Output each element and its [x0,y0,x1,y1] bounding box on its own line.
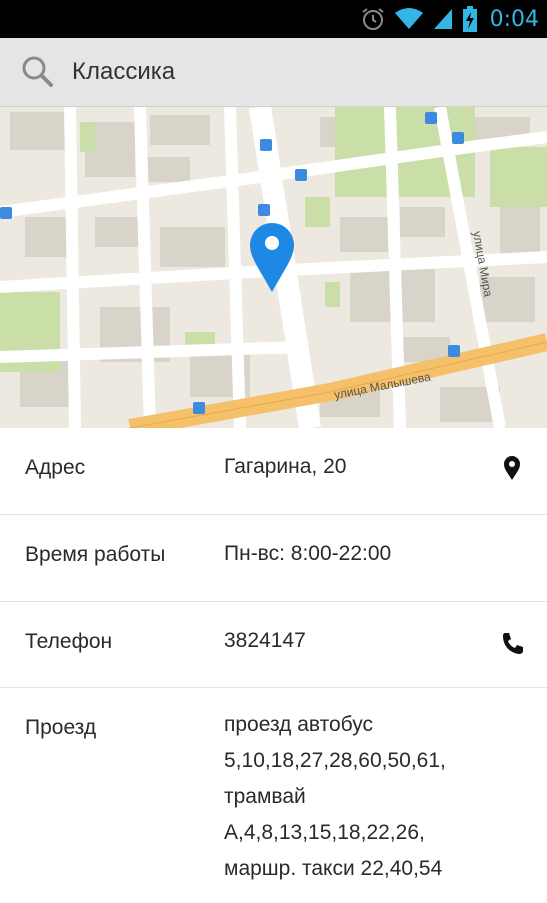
wifi-icon [394,8,423,29]
address-row[interactable]: Адрес Гагарина, 20 [0,428,547,514]
address-label: Адрес [25,456,86,479]
status-bar: 0:04 [0,0,547,38]
map-canvas: улица Малышева улица Мира [0,107,547,428]
phone-label: Телефон [25,630,113,653]
place-details: Адрес Гагарина, 20 Время работы Пн-вс: 8… [0,428,547,903]
directions-row: Проезд проезд автобус 5,10,18,27,28,60,5… [0,687,547,903]
battery-charging-icon [462,6,477,32]
phone-icon[interactable] [499,628,525,658]
map-view[interactable]: улица Малышева улица Мира [0,107,547,428]
map-pin-icon[interactable] [499,454,525,484]
signal-icon [433,9,452,29]
page-title: Классика [72,58,176,85]
hours-value: Пн-вс: 8:00-22:00 [224,542,392,565]
clock: 0:04 [489,6,539,32]
directions-value: проезд автобус 5,10,18,27,28,60,50,61, т… [224,713,446,880]
phone-value: 3824147 [224,629,306,652]
directions-label: Проезд [25,716,97,739]
hours-label: Время работы [25,543,166,566]
search-icon[interactable] [18,52,58,92]
alarm-icon [361,8,384,30]
phone-row[interactable]: Телефон 3824147 [0,601,547,687]
hours-row: Время работы Пн-вс: 8:00-22:00 [0,514,547,601]
app-bar: Классика [0,38,547,107]
address-value: Гагарина, 20 [224,455,347,478]
